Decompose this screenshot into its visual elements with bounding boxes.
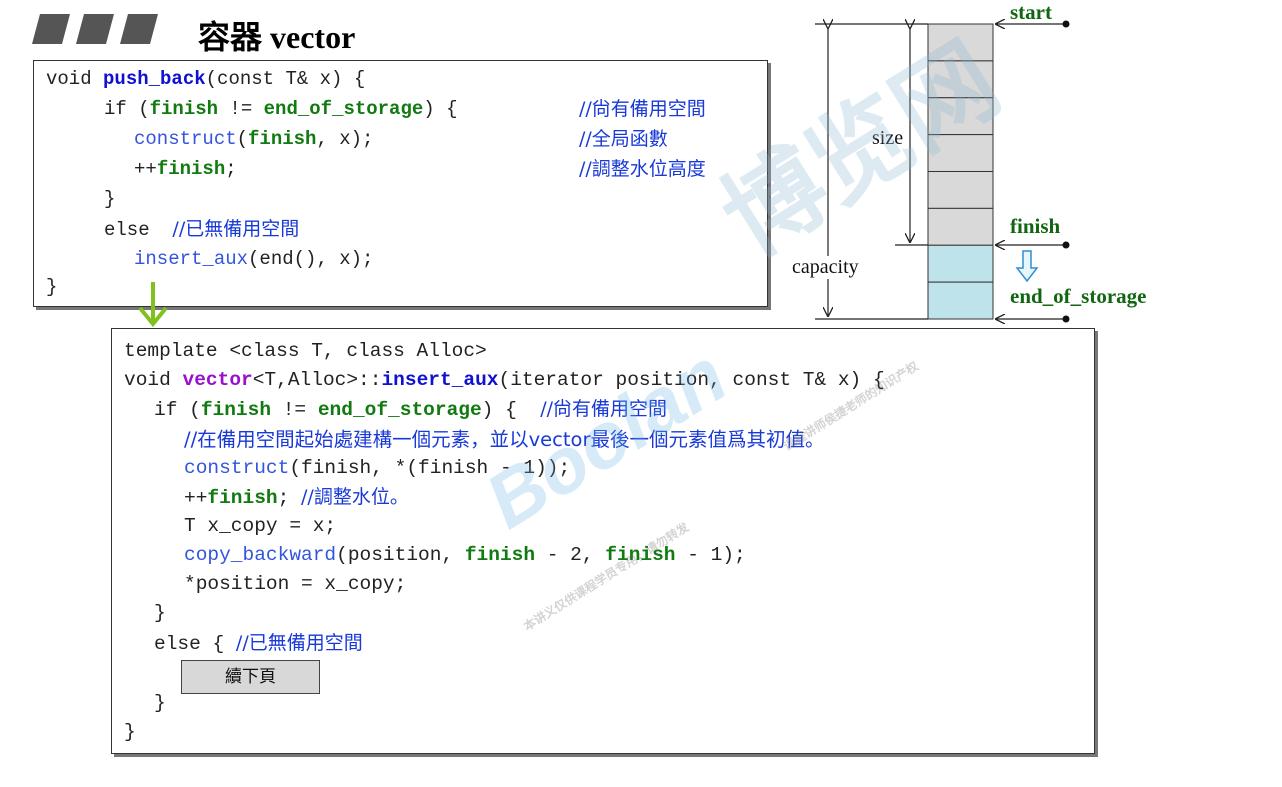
identifier: end_of_storage — [263, 98, 424, 120]
next-page-button[interactable]: 續下頁 — [181, 660, 320, 694]
code-line: ++finish; //調整水位。 — [184, 483, 409, 512]
code-line: construct(finish, x); — [134, 125, 373, 154]
code-line: } — [104, 188, 116, 210]
code-text: - 2, — [535, 544, 606, 566]
code-comment: //已無備用空間 — [235, 632, 363, 654]
code-text: != — [218, 98, 264, 120]
code-text: ++ — [134, 158, 157, 180]
end-of-storage-pointer — [996, 316, 1070, 323]
code-text: ) { — [423, 98, 469, 120]
capacity-label: capacity — [792, 256, 859, 279]
end-of-storage-label: end_of_storage — [1010, 284, 1147, 308]
code-text: ) { — [481, 399, 541, 421]
function-name: copy_backward — [184, 544, 337, 566]
code-line: else //已無備用空間 — [104, 215, 299, 244]
code-text: <T,Alloc>:: — [252, 369, 382, 391]
code-line: copy_backward(position, finish - 2, fini… — [184, 541, 746, 570]
code-line: insert_aux(end(), x); — [134, 245, 373, 274]
used-cell — [927, 171, 994, 209]
push-back-code-box: void push_back(const T& x) { if (finish … — [33, 60, 768, 307]
code-text: void — [46, 68, 104, 90]
code-line: } — [46, 276, 58, 298]
code-line: ++finish; — [134, 155, 237, 184]
function-name: insert_aux — [381, 369, 499, 391]
spare-cell — [927, 244, 994, 283]
identifier: finish — [156, 158, 226, 180]
code-comment: //在備用空間起始處建構一個元素，並以vector最後一個元素值爲其初值。 — [184, 428, 825, 451]
code-line: T x_copy = x; — [184, 515, 337, 537]
spare-cell — [927, 281, 994, 320]
class-name: vector — [182, 369, 253, 391]
code-text: ( — [236, 128, 249, 150]
identifier: finish — [207, 487, 278, 509]
code-comment: //尙有備用空間 — [540, 398, 667, 420]
title-stripes-decoration — [32, 14, 158, 44]
code-text: if ( — [154, 399, 201, 421]
function-name: construct — [134, 128, 237, 150]
code-line: if (finish != end_of_storage) { //尙有備用空間 — [154, 395, 667, 424]
code-line: void vector<T,Alloc>::insert_aux(iterato… — [124, 366, 885, 395]
identifier: end_of_storage — [317, 399, 482, 421]
identifier: finish — [248, 128, 317, 150]
code-line: if (finish != end_of_storage) { — [104, 95, 469, 124]
code-text: (end(), x); — [248, 248, 374, 270]
finish-label: finish — [1010, 214, 1061, 238]
identifier: finish — [149, 98, 219, 120]
code-text: void — [124, 369, 183, 391]
code-text: != — [271, 399, 318, 421]
code-text: ; — [225, 158, 237, 180]
used-cell — [927, 60, 994, 99]
code-line: template <class T, class Alloc> — [124, 340, 487, 362]
code-text: (iterator position, const T& x) { — [498, 369, 885, 391]
code-line: *position = x_copy; — [184, 573, 407, 595]
size-label: size — [872, 127, 904, 150]
slide-title: 容器 vector — [198, 19, 356, 55]
code-comment: //尙有備用空間 — [579, 98, 706, 120]
finish-pointer — [996, 242, 1070, 249]
code-text: ++ — [184, 487, 208, 509]
code-text: ; — [277, 487, 302, 509]
used-cell — [927, 134, 994, 172]
code-comment: //調整水位。 — [301, 486, 409, 508]
finish-advance-arrow — [1015, 250, 1039, 283]
code-line: construct(finish, *(finish - 1)); — [184, 454, 570, 483]
start-label: start — [1010, 0, 1052, 24]
used-cell — [927, 97, 994, 136]
memory-cells — [927, 23, 994, 320]
identifier: finish — [464, 544, 536, 566]
code-text: (const T& x) { — [205, 68, 366, 90]
code-comment: //調整水位高度 — [579, 158, 706, 180]
code-line: } — [124, 721, 136, 743]
code-line: else { //已無備用空間 — [154, 629, 363, 658]
code-text: if ( — [104, 98, 150, 120]
code-text: else { — [154, 633, 236, 655]
code-text: (position, — [336, 544, 465, 566]
code-line: } — [154, 602, 166, 624]
used-cell — [927, 207, 994, 246]
code-comment: //已無備用空間 — [172, 218, 300, 240]
function-name: construct — [184, 457, 290, 479]
code-line: } — [154, 692, 166, 714]
function-name: push_back — [103, 68, 206, 90]
code-text: - 1); — [675, 544, 746, 566]
function-name: insert_aux — [134, 248, 249, 270]
identifier: finish — [200, 399, 272, 421]
identifier: finish — [605, 544, 676, 566]
code-text: , x); — [316, 128, 374, 150]
used-cell — [927, 23, 994, 62]
code-text: else — [104, 219, 173, 241]
code-text: (finish, *(finish - 1)); — [289, 457, 571, 479]
code-comment: //全局函數 — [579, 128, 668, 150]
code-line: void push_back(const T& x) { — [46, 65, 365, 94]
